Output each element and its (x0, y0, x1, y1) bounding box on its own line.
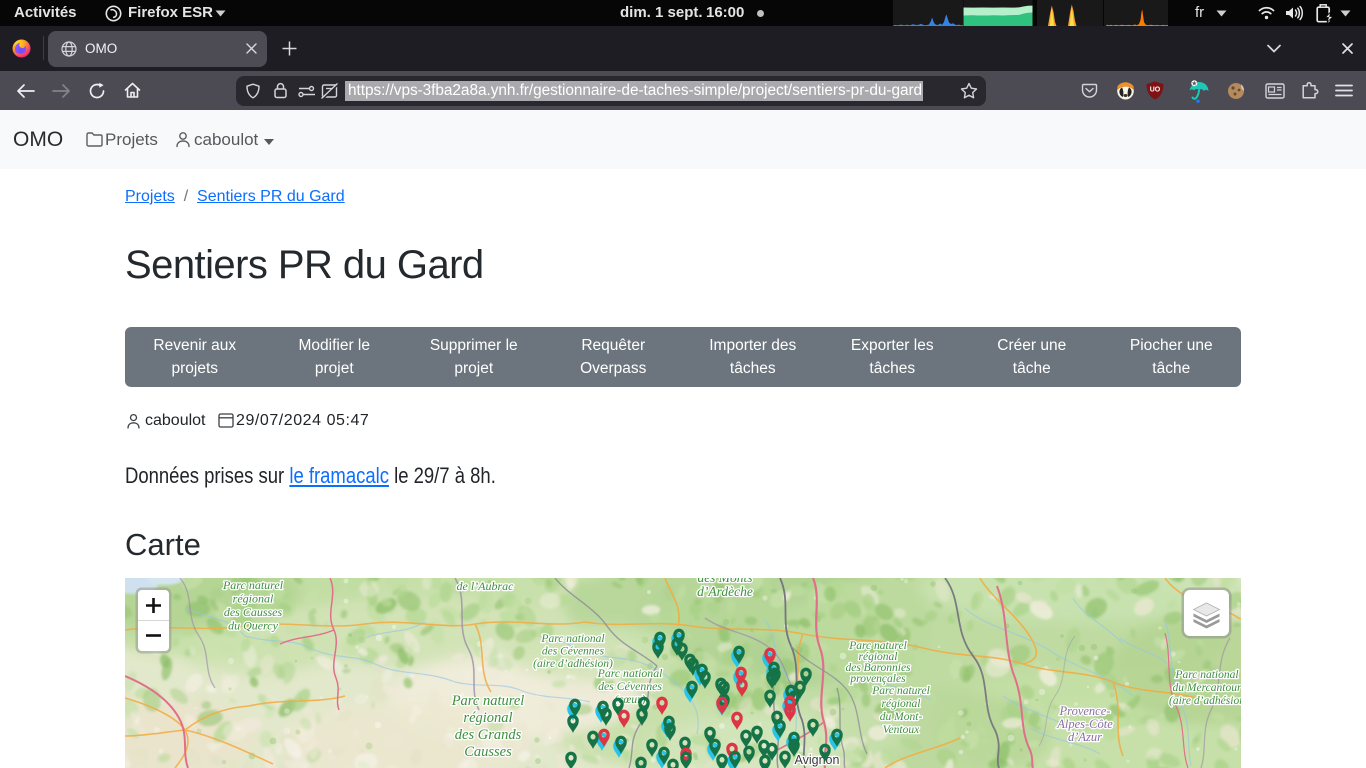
svg-text:Parc nationaldu Mercantour(air: Parc nationaldu Mercantour(aire d’adhési… (1169, 669, 1241, 707)
svg-text:de l’Aubrac: de l’Aubrac (457, 579, 515, 593)
svg-text:Parc nationaldes Cévennes(aire: Parc nationaldes Cévennes(aire d’adhésio… (533, 633, 613, 670)
svg-text:Avignon: Avignon (795, 753, 840, 767)
svg-text:des Montsd’Ardèche: des Montsd’Ardèche (697, 578, 753, 599)
svg-text:Parc naturelrégionaldes Baronn: Parc naturelrégionaldes Baronniesprovenç… (845, 640, 911, 685)
svg-text:Parc naturelrégionaldes Causse: Parc naturelrégionaldes Caussesdu Quercy (222, 578, 284, 633)
svg-text:UO: UO (1150, 87, 1161, 94)
